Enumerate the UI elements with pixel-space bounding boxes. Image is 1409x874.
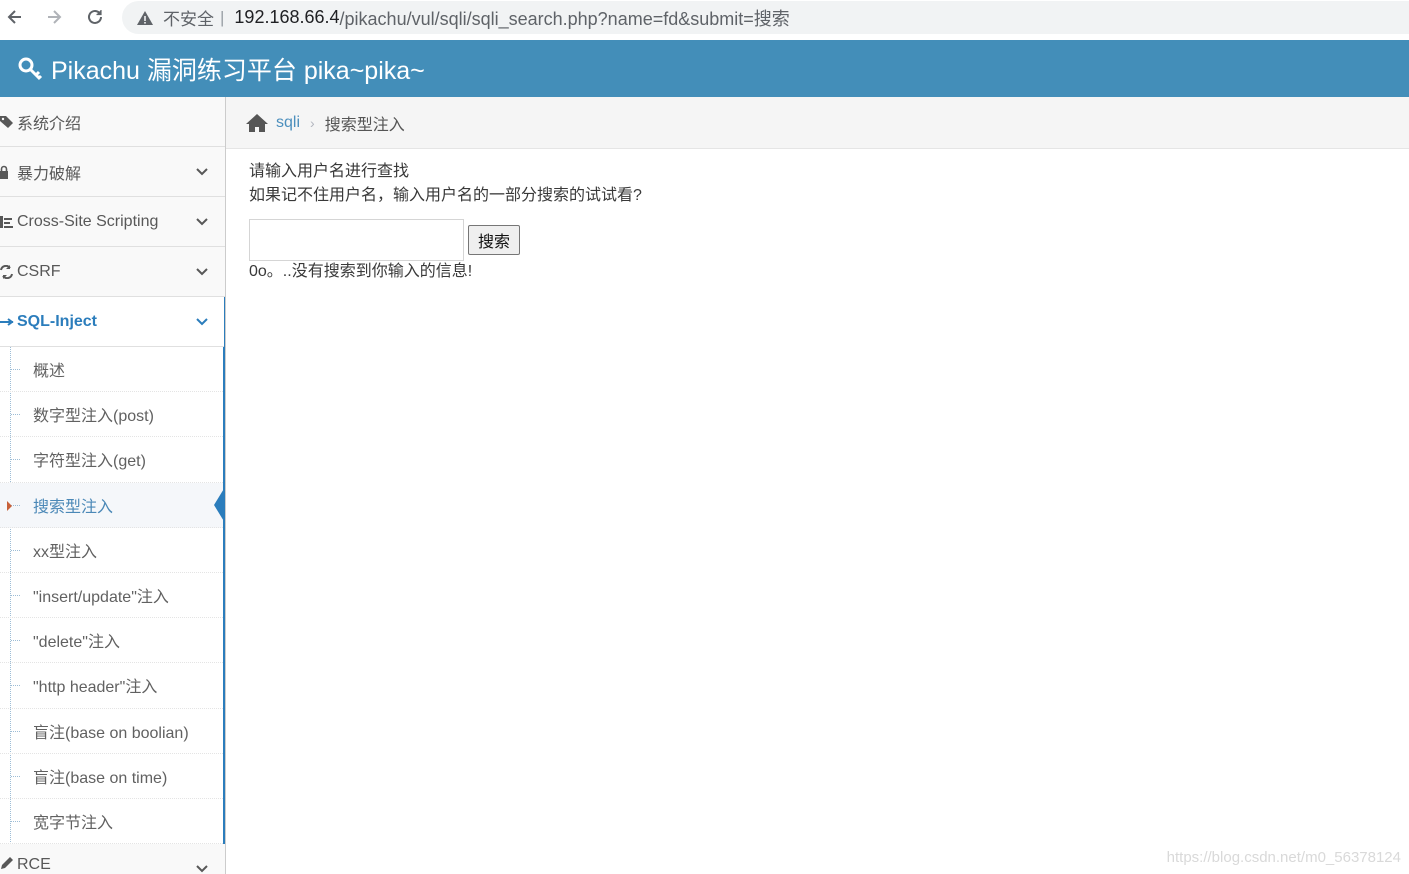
chevron-down-icon — [196, 268, 208, 276]
sidebar-item-sqli[interactable]: SQL-Inject — [0, 297, 225, 347]
chevron-down-icon — [196, 865, 208, 873]
syringe-icon — [0, 317, 14, 326]
submenu-item-label: 宽字节注入 — [33, 814, 114, 832]
submenu-item-insert-update[interactable]: "insert/update"注入 — [0, 573, 223, 619]
back-button[interactable] — [2, 4, 28, 30]
search-form: 搜索 — [249, 219, 1389, 261]
list-icon — [0, 215, 13, 228]
submenu-item-label: 概述 — [33, 363, 66, 381]
breadcrumb-current: 搜索型注入 — [324, 116, 405, 134]
url-separator: | — [220, 7, 225, 27]
sidebar-item-intro[interactable]: 系统介绍 — [0, 97, 225, 147]
submenu-item-numeric-post[interactable]: 数字型注入(post) — [0, 392, 223, 438]
arrow-left-icon — [7, 10, 21, 24]
submenu-item-xx[interactable]: xx型注入 — [0, 528, 223, 573]
search-button[interactable]: 搜索 — [468, 225, 521, 255]
pencil-icon — [1, 857, 13, 870]
active-arrow-icon — [214, 486, 225, 523]
insecure-label: 不安全 — [163, 10, 214, 29]
submenu-item-http-header[interactable]: "http header"注入 — [0, 663, 223, 709]
sidebar-item-label: Cross-Site Scripting — [17, 212, 159, 230]
submenu-item-label: 盲注(base on time) — [33, 769, 168, 787]
address-bar[interactable]: 不安全 | 192.168.66.4/pikachu/vul/sqli/sqli… — [122, 1, 1409, 34]
submenu-item-label: 字符型注入(get) — [33, 453, 146, 471]
sidebar: 系统介绍 暴力破解 Cross-Site Scripting CSRF SQL-… — [0, 97, 226, 874]
forward-button[interactable] — [41, 4, 67, 30]
submenu-item-blind-boolean[interactable]: 盲注(base on boolian) — [0, 709, 223, 754]
url-path: /pikachu/vul/sqli/sqli_search.php?name=f… — [339, 8, 790, 29]
submenu-item-label: 数字型注入(post) — [33, 408, 154, 426]
chevron-right-icon: › — [310, 114, 315, 131]
warning-icon[interactable] — [136, 9, 154, 27]
arrow-right-icon — [48, 10, 62, 24]
chevron-down-icon — [196, 168, 208, 176]
sidebar-item-label: 系统介绍 — [17, 115, 82, 133]
submenu-item-label: "delete"注入 — [33, 634, 120, 652]
submenu-item-blind-time[interactable]: 盲注(base on time) — [0, 754, 223, 799]
sidebar-item-label: CSRF — [17, 262, 61, 280]
sidebar-item-csrf[interactable]: CSRF — [0, 247, 225, 297]
submenu-item-label: "insert/update"注入 — [33, 589, 169, 607]
lock-icon — [0, 165, 8, 179]
submenu-item-label: 搜索型注入 — [33, 498, 114, 516]
site-title[interactable]: Pikachu 漏洞练习平台 pika~pika~ — [51, 51, 425, 87]
submenu-item-overview[interactable]: 概述 — [0, 347, 223, 393]
hint-text: 如果记不住用户名，输入用户名的一部分搜索的试试看? — [249, 187, 642, 204]
sidebar-item-label: SQL-Inject — [17, 312, 98, 330]
sqli-submenu: 概述 数字型注入(post) 字符型注入(get) 搜索型注入 xx型注入 "i… — [0, 347, 225, 845]
sidebar-item-rce[interactable]: RCE — [0, 844, 225, 874]
submenu-item-search[interactable]: 搜索型注入 — [0, 482, 225, 528]
home-icon[interactable] — [246, 113, 268, 133]
exchange-icon — [0, 264, 13, 279]
search-input[interactable] — [249, 219, 464, 261]
submenu-item-string-get[interactable]: 字符型注入(get) — [0, 437, 223, 483]
tag-icon — [0, 115, 13, 128]
result-message: 0o。..没有搜索到你输入的信息! — [249, 263, 473, 280]
watermark: https://blog.csdn.net/m0_56378124 — [1166, 849, 1401, 866]
instruction-text: 请输入用户名进行查找 — [249, 163, 410, 180]
browser-toolbar: 不安全 | 192.168.66.4/pikachu/vul/sqli/sqli… — [0, 0, 1409, 36]
chevron-down-icon — [196, 218, 208, 226]
submenu-item-label: "http header"注入 — [33, 679, 158, 697]
breadcrumb: sqli › 搜索型注入 — [226, 97, 1409, 149]
url-host: 192.168.66.4 — [234, 7, 340, 27]
active-indicator — [224, 297, 225, 347]
chevron-down-icon — [196, 318, 208, 326]
submenu-item-delete[interactable]: "delete"注入 — [0, 618, 223, 664]
sidebar-item-brute-force[interactable]: 暴力破解 — [0, 147, 225, 197]
sidebar-item-xss[interactable]: Cross-Site Scripting — [0, 197, 225, 247]
submenu-item-label: xx型注入 — [33, 543, 98, 561]
reload-icon — [88, 9, 102, 24]
breadcrumb-link-sqli[interactable]: sqli — [276, 114, 300, 132]
sidebar-item-label: 暴力破解 — [17, 165, 82, 183]
sidebar-item-label: RCE — [17, 856, 51, 874]
site-header: Pikachu 漏洞练习平台 pika~pika~ — [0, 40, 1409, 97]
key-icon — [18, 57, 43, 80]
submenu-item-wide-byte[interactable]: 宽字节注入 — [0, 799, 223, 845]
submenu-item-label: 盲注(base on boolian) — [33, 724, 189, 742]
reload-button[interactable] — [82, 4, 108, 30]
main-content: 请输入用户名进行查找 如果记不住用户名，输入用户名的一部分搜索的试试看? 搜索 … — [249, 160, 1389, 283]
caret-right-icon — [7, 500, 12, 511]
